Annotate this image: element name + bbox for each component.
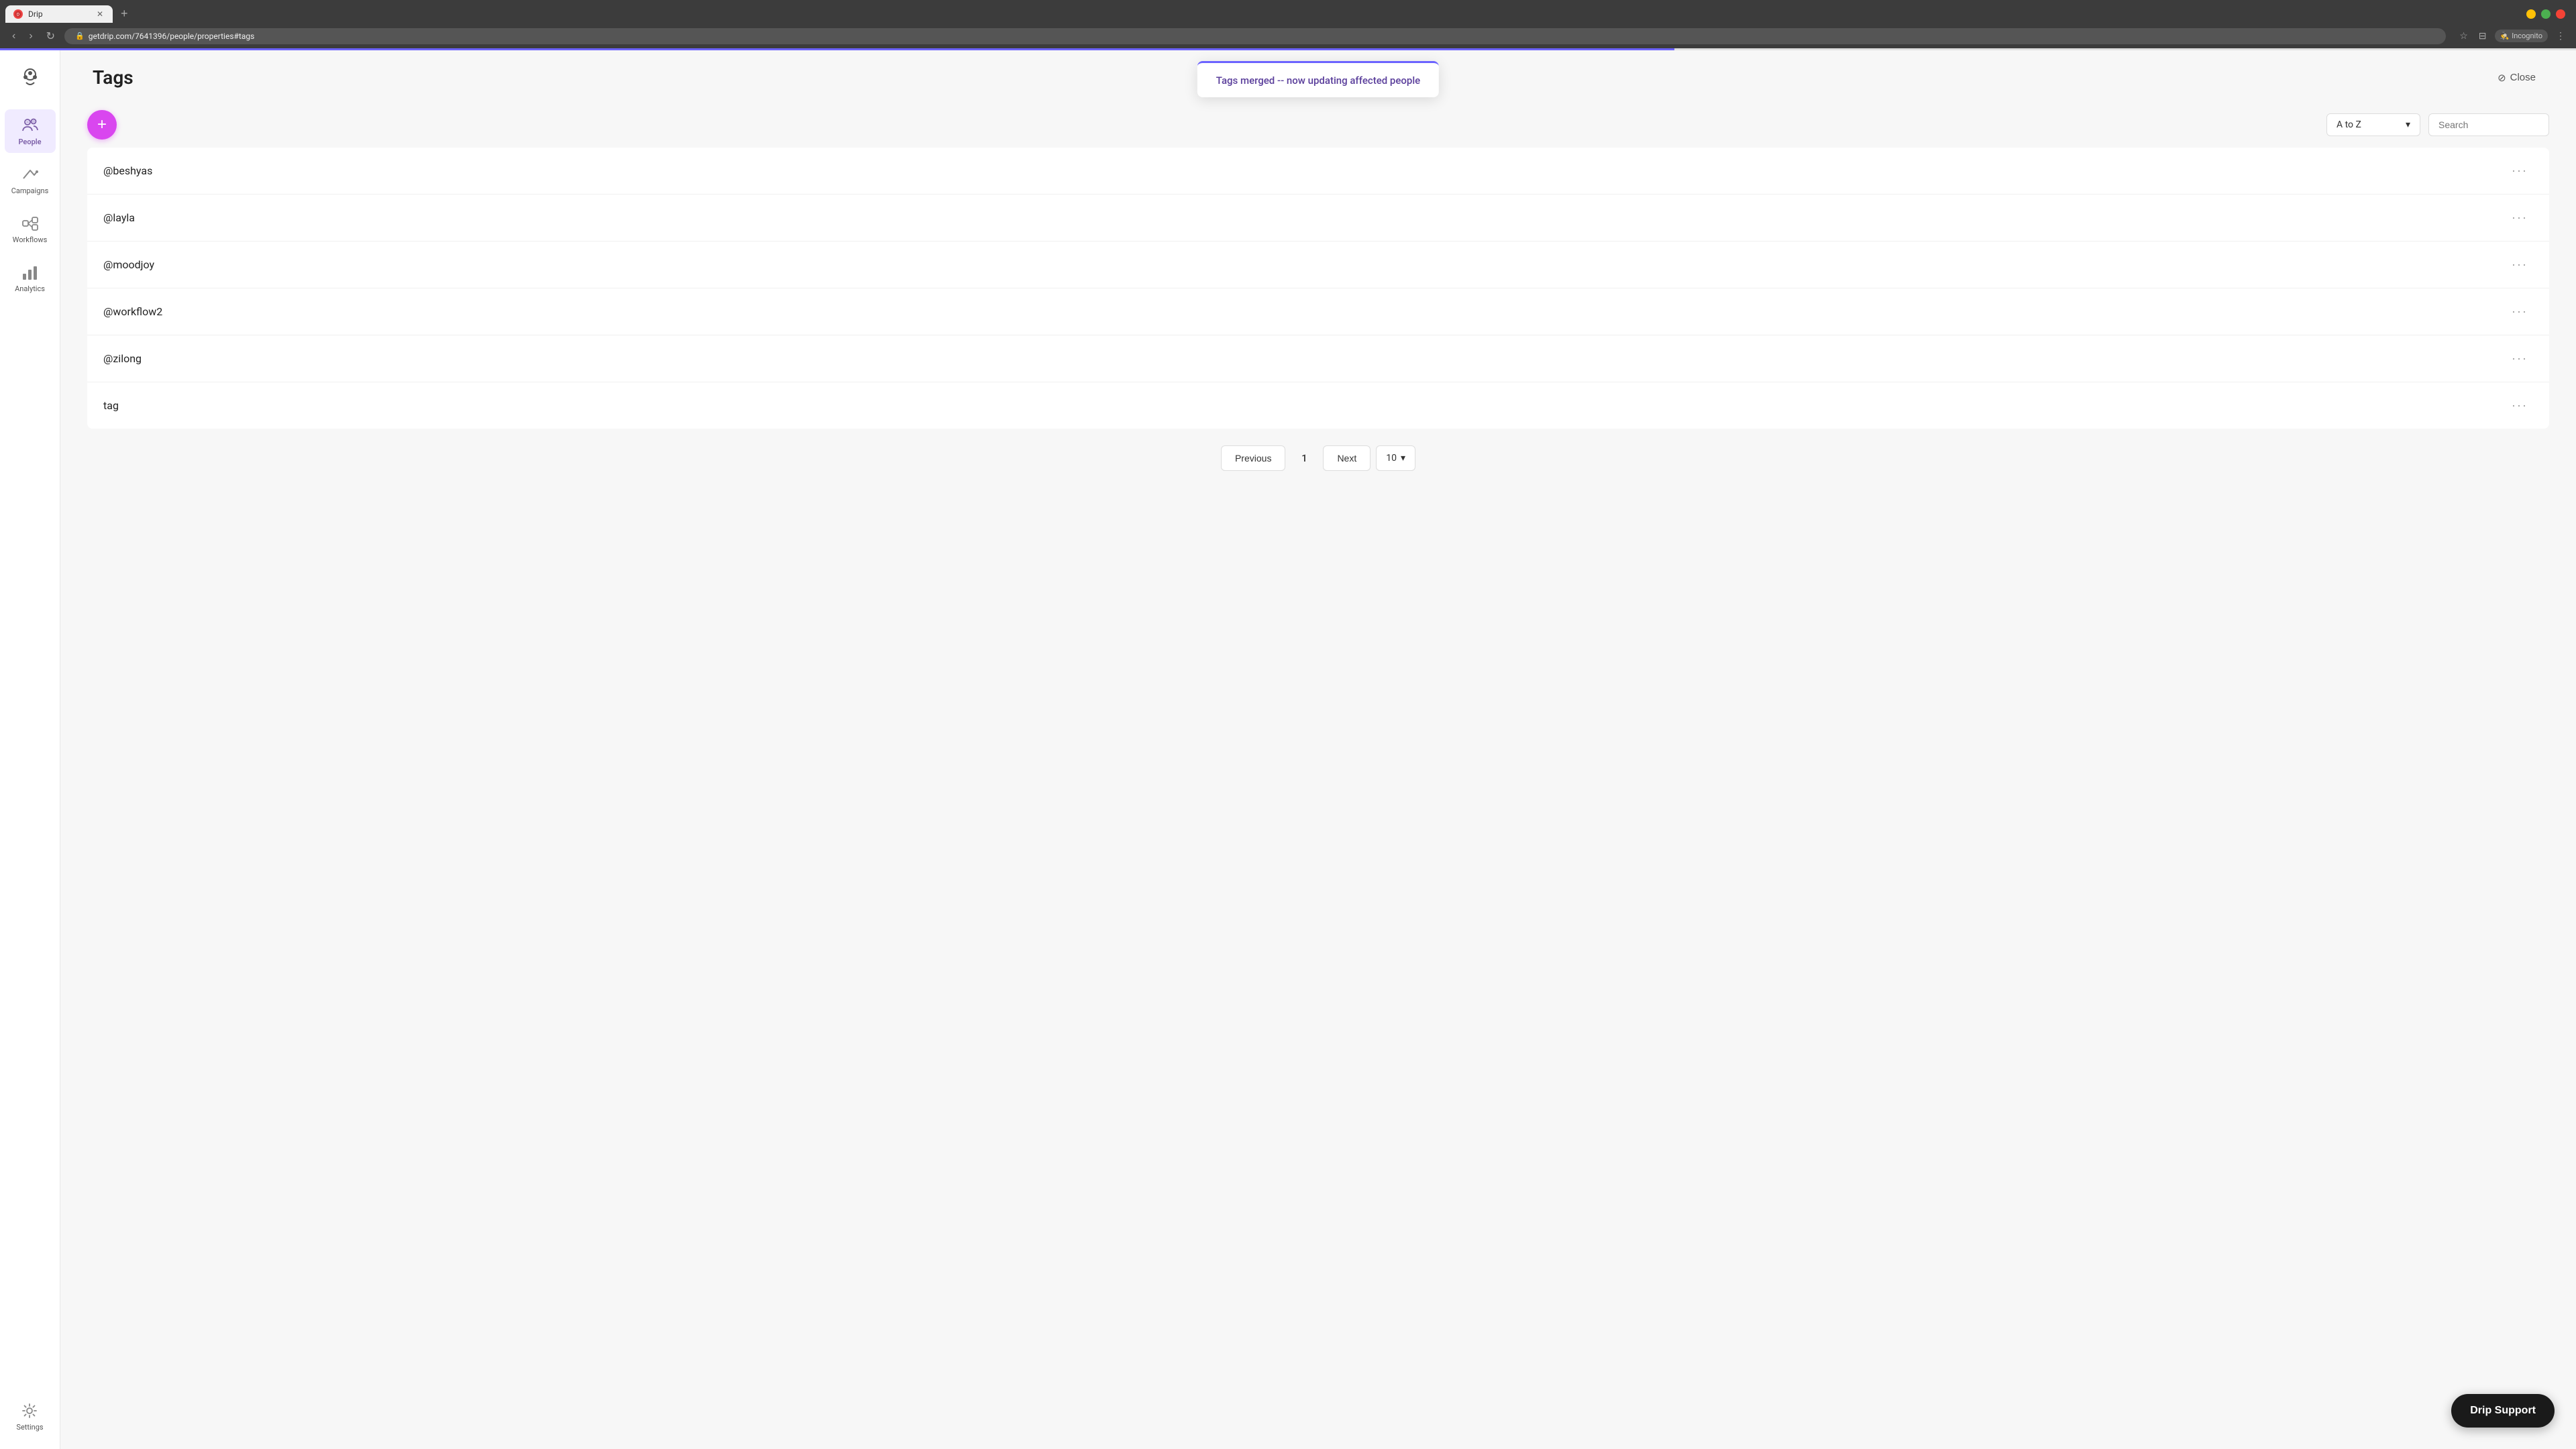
tag-name: @layla <box>103 211 135 224</box>
close-icon: ⊘ <box>2498 72 2506 84</box>
sort-chevron-icon: ▾ <box>2406 119 2410 130</box>
plus-icon: + <box>97 115 107 134</box>
tags-toolbar: + A to Z ▾ <box>87 99 2549 148</box>
workflows-icon <box>21 214 40 233</box>
page-title: Tags <box>93 66 133 89</box>
tag-menu-button[interactable]: ··· <box>2506 255 2533 274</box>
menu-button[interactable]: ⋮ <box>2553 28 2568 44</box>
table-row[interactable]: @workflow2 ··· <box>87 288 2549 335</box>
sidebar-item-settings[interactable]: Settings <box>11 1395 48 1438</box>
browser-actions: ☆ ⊟ 🕵 Incognito ⋮ <box>2451 28 2568 44</box>
next-button[interactable]: Next <box>1323 445 1371 471</box>
tags-area: + A to Z ▾ @beshyas ··· @layla <box>60 99 2576 1449</box>
app-container: People Campaigns Workflow <box>0 50 2576 1449</box>
people-icon <box>21 116 40 135</box>
main-content: Tags merged -- now updating affected peo… <box>60 50 2576 1449</box>
table-row[interactable]: @moodjoy ··· <box>87 241 2549 288</box>
per-page-chevron-icon: ▾ <box>1401 453 1405 464</box>
drip-support-button[interactable]: Drip Support <box>2451 1394 2555 1428</box>
per-page-dropdown[interactable]: 10 ▾ <box>1376 445 1415 471</box>
incognito-label: Incognito <box>2512 32 2542 40</box>
tags-list: @beshyas ··· @layla ··· @moodjoy ··· @wo… <box>87 148 2549 429</box>
tag-menu-button[interactable]: ··· <box>2506 208 2533 227</box>
window-close-button[interactable] <box>2556 9 2565 19</box>
url-text: getdrip.com/7641396/people/properties#ta… <box>89 32 255 41</box>
incognito-badge: 🕵 Incognito <box>2495 30 2548 42</box>
table-row[interactable]: @layla ··· <box>87 195 2549 241</box>
current-page-number: 1 <box>1291 445 1318 472</box>
url-bar[interactable]: 🔒 getdrip.com/7641396/people/properties#… <box>64 28 2446 44</box>
reload-button[interactable]: ↻ <box>42 28 59 44</box>
tag-name: @moodjoy <box>103 258 154 271</box>
settings-icon <box>20 1401 39 1420</box>
star-button[interactable]: ☆ <box>2457 28 2471 44</box>
sidebar-item-workflows-label: Workflows <box>13 235 48 244</box>
minimize-button[interactable] <box>2526 9 2536 19</box>
toast-message: Tags merged -- now updating affected peo… <box>1216 74 1420 87</box>
incognito-icon: 🕵 <box>2500 32 2510 40</box>
toast-notification: Tags merged -- now updating affected peo… <box>1197 61 1439 97</box>
tab-title: Drip <box>28 9 90 19</box>
close-label: Close <box>2510 72 2536 83</box>
toolbar-right: A to Z ▾ <box>2326 113 2549 136</box>
tag-name: @zilong <box>103 352 142 365</box>
sidebar-toggle-button[interactable]: ⊟ <box>2476 28 2489 44</box>
pagination: Previous 1 Next 10 ▾ <box>87 429 2549 488</box>
tag-menu-button[interactable]: ··· <box>2506 349 2533 368</box>
new-tab-button[interactable]: + <box>115 4 133 23</box>
sidebar-item-analytics-label: Analytics <box>15 284 45 293</box>
tag-name: tag <box>103 399 119 412</box>
analytics-icon <box>21 263 40 282</box>
per-page-value: 10 <box>1386 453 1397 464</box>
tag-menu-button[interactable]: ··· <box>2506 396 2533 415</box>
table-row[interactable]: @zilong ··· <box>87 335 2549 382</box>
tag-menu-button[interactable]: ··· <box>2506 161 2533 180</box>
forward-button[interactable]: › <box>25 29 36 44</box>
tab-bar: D Drip ✕ + <box>0 0 2576 23</box>
previous-button[interactable]: Previous <box>1221 445 1285 471</box>
sidebar: People Campaigns Workflow <box>0 50 60 1449</box>
sort-label: A to Z <box>2337 119 2361 130</box>
campaigns-icon <box>21 165 40 184</box>
sidebar-item-campaigns-label: Campaigns <box>11 186 49 195</box>
browser-chrome: D Drip ✕ + ‹ › ↻ 🔒 getdrip.com/7641396/p… <box>0 0 2576 50</box>
tag-name: @beshyas <box>103 164 152 177</box>
window-controls <box>2526 9 2571 19</box>
active-tab[interactable]: D Drip ✕ <box>5 5 113 23</box>
add-tag-button[interactable]: + <box>87 110 117 140</box>
sidebar-item-settings-label: Settings <box>16 1423 43 1432</box>
sidebar-item-people[interactable]: People <box>5 109 56 153</box>
tab-favicon: D <box>13 9 23 19</box>
sidebar-item-campaigns[interactable]: Campaigns <box>5 158 56 202</box>
tag-name: @workflow2 <box>103 305 162 318</box>
sidebar-item-workflows[interactable]: Workflows <box>5 207 56 251</box>
table-row[interactable]: tag ··· <box>87 382 2549 429</box>
lock-icon: 🔒 <box>75 32 85 40</box>
sort-dropdown[interactable]: A to Z ▾ <box>2326 113 2420 136</box>
sidebar-item-people-label: People <box>18 138 41 146</box>
tag-menu-button[interactable]: ··· <box>2506 302 2533 321</box>
address-bar: ‹ › ↻ 🔒 getdrip.com/7641396/people/prope… <box>0 23 2576 48</box>
maximize-button[interactable] <box>2541 9 2551 19</box>
sidebar-item-analytics[interactable]: Analytics <box>5 256 56 300</box>
sidebar-logo <box>14 61 46 93</box>
search-input[interactable] <box>2428 113 2549 136</box>
back-button[interactable]: ‹ <box>8 29 19 44</box>
table-row[interactable]: @beshyas ··· <box>87 148 2549 195</box>
tab-close-button[interactable]: ✕ <box>95 9 105 19</box>
svg-text:D: D <box>17 12 19 17</box>
close-button[interactable]: ⊘ Close <box>2489 68 2544 88</box>
